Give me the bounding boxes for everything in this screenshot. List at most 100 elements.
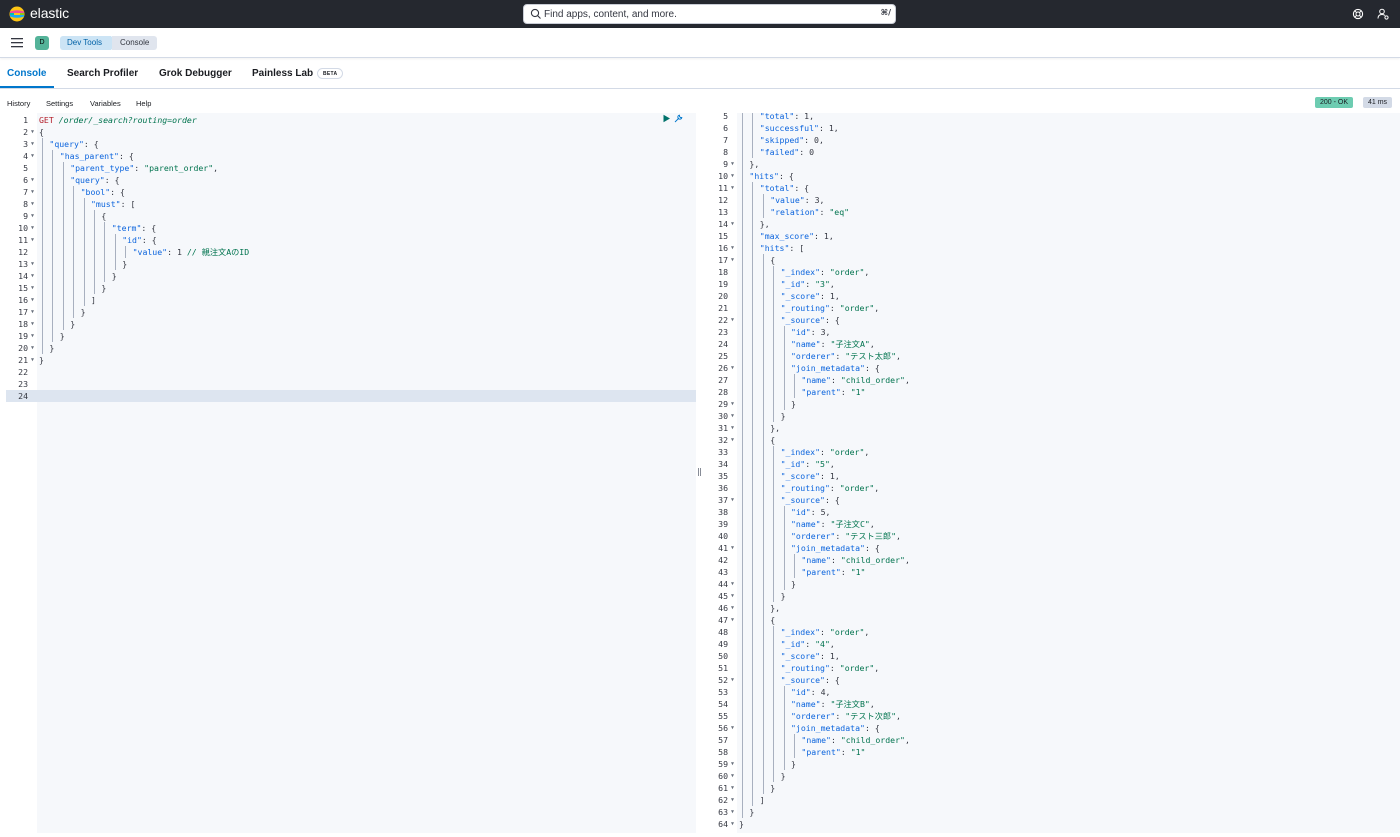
code-line[interactable]: 57 "name": "child_order", <box>706 734 1400 746</box>
code-line[interactable]: 15 "max_score": 1, <box>706 230 1400 242</box>
hamburger-menu-icon[interactable] <box>11 37 23 48</box>
fold-toggle-icon[interactable]: ▼ <box>31 282 34 294</box>
code-line[interactable]: 56 ▼ "join_metadata": { <box>706 722 1400 734</box>
code-line[interactable]: 15 ▼} <box>6 282 696 294</box>
fold-toggle-icon[interactable]: ▼ <box>731 422 734 434</box>
fold-toggle-icon[interactable]: ▼ <box>31 234 34 246</box>
fold-toggle-icon[interactable]: ▼ <box>731 674 734 686</box>
code-line[interactable]: 40 "orderer": "テスト三郎", <box>706 530 1400 542</box>
fold-toggle-icon[interactable]: ▼ <box>31 150 34 162</box>
code-line[interactable]: 46 ▼}, <box>706 602 1400 614</box>
code-line[interactable]: 9 ▼}, <box>706 158 1400 170</box>
code-line[interactable]: 28 "parent": "1" <box>706 386 1400 398</box>
code-line[interactable]: 52 ▼ "_source": { <box>706 674 1400 686</box>
fold-toggle-icon[interactable]: ▼ <box>731 182 734 194</box>
code-line[interactable]: 19 "_id": "3", <box>706 278 1400 290</box>
code-line[interactable]: 12 "value": 3, <box>706 194 1400 206</box>
code-line[interactable]: 59 ▼} <box>706 758 1400 770</box>
global-search[interactable]: ⌘/ <box>523 4 896 24</box>
code-line[interactable]: 5 "parent_type": "parent_order", <box>6 162 696 174</box>
elastic-logo-icon[interactable] <box>9 6 25 22</box>
play-icon[interactable] <box>662 114 671 123</box>
pane-resize-handle[interactable] <box>697 468 702 476</box>
fold-toggle-icon[interactable]: ▼ <box>731 602 734 614</box>
code-line[interactable]: 23 <box>6 378 696 390</box>
code-line[interactable]: 32 ▼ { <box>706 434 1400 446</box>
code-line[interactable]: 37 ▼ "_source": { <box>706 494 1400 506</box>
code-line[interactable]: 30 ▼} <box>706 410 1400 422</box>
fold-toggle-icon[interactable]: ▼ <box>731 314 734 326</box>
code-line[interactable]: 63 ▼} <box>706 806 1400 818</box>
code-line[interactable]: 18 ▼} <box>6 318 696 330</box>
fold-toggle-icon[interactable]: ▼ <box>31 330 34 342</box>
code-line[interactable]: 10 ▼ "hits": { <box>706 170 1400 182</box>
help-button[interactable]: Help <box>136 99 151 108</box>
tab-painless-lab[interactable]: Painless Lab <box>252 68 313 79</box>
code-line[interactable]: 20 "_score": 1, <box>706 290 1400 302</box>
code-line[interactable]: 14 ▼}, <box>706 218 1400 230</box>
fold-toggle-icon[interactable]: ▼ <box>31 174 34 186</box>
code-line[interactable]: 16 ▼] <box>6 294 696 306</box>
fold-toggle-icon[interactable]: ▼ <box>31 138 34 150</box>
code-line[interactable]: 60 ▼} <box>706 770 1400 782</box>
code-line[interactable]: 24 "name": "子注文A", <box>706 338 1400 350</box>
code-line[interactable]: 45 ▼} <box>706 590 1400 602</box>
tab-grok-debugger[interactable]: Grok Debugger <box>159 68 232 79</box>
code-line[interactable]: 36 "_routing": "order", <box>706 482 1400 494</box>
user-menu-icon[interactable] <box>1376 7 1390 21</box>
code-line[interactable]: 61 ▼} <box>706 782 1400 794</box>
code-line[interactable]: 44 ▼} <box>706 578 1400 590</box>
fold-toggle-icon[interactable]: ▼ <box>31 258 34 270</box>
code-line[interactable]: 29 ▼} <box>706 398 1400 410</box>
code-line[interactable]: 7 "skipped": 0, <box>706 134 1400 146</box>
fold-toggle-icon[interactable]: ▼ <box>31 318 34 330</box>
fold-toggle-icon[interactable]: ▼ <box>731 542 734 554</box>
code-line[interactable]: 4 ▼ "has_parent": { <box>6 150 696 162</box>
code-line[interactable]: 31 ▼}, <box>706 422 1400 434</box>
code-line[interactable]: 47 ▼ { <box>706 614 1400 626</box>
fold-toggle-icon[interactable]: ▼ <box>731 590 734 602</box>
code-line[interactable]: 53 "id": 4, <box>706 686 1400 698</box>
code-line[interactable]: 55 "orderer": "テスト次郎", <box>706 710 1400 722</box>
code-line[interactable]: 3 ▼ "query": { <box>6 138 696 150</box>
code-line[interactable]: 49 "_id": "4", <box>706 638 1400 650</box>
code-line[interactable]: 54 "name": "子注文B", <box>706 698 1400 710</box>
tab-search-profiler[interactable]: Search Profiler <box>67 68 138 79</box>
fold-toggle-icon[interactable]: ▼ <box>31 294 34 306</box>
code-line[interactable]: 5 "total": 1, <box>706 113 1400 122</box>
fold-toggle-icon[interactable]: ▼ <box>731 578 734 590</box>
code-line[interactable]: 13 ▼} <box>6 258 696 270</box>
code-line[interactable]: 33 "_index": "order", <box>706 446 1400 458</box>
fold-toggle-icon[interactable]: ▼ <box>731 770 734 782</box>
code-line[interactable]: 18 "_index": "order", <box>706 266 1400 278</box>
fold-toggle-icon[interactable]: ▼ <box>31 306 34 318</box>
code-line[interactable]: 58 "parent": "1" <box>706 746 1400 758</box>
code-line[interactable]: 22 ▼ "_source": { <box>706 314 1400 326</box>
fold-toggle-icon[interactable]: ▼ <box>731 794 734 806</box>
fold-toggle-icon[interactable]: ▼ <box>31 210 34 222</box>
code-line[interactable]: 42 "name": "child_order", <box>706 554 1400 566</box>
code-line[interactable]: 6 ▼ "query": { <box>6 174 696 186</box>
fold-toggle-icon[interactable]: ▼ <box>731 494 734 506</box>
code-line[interactable]: 10 ▼ "term": { <box>6 222 696 234</box>
fold-toggle-icon[interactable]: ▼ <box>731 410 734 422</box>
code-line[interactable]: 19 ▼} <box>6 330 696 342</box>
code-line[interactable]: 7 ▼ "bool": { <box>6 186 696 198</box>
code-line[interactable]: 21 "_routing": "order", <box>706 302 1400 314</box>
code-line[interactable]: 8 "failed": 0 <box>706 146 1400 158</box>
code-line[interactable]: 2 ▼ { <box>6 126 696 138</box>
settings-button[interactable]: Settings <box>46 99 73 108</box>
code-line[interactable]: 35 "_score": 1, <box>706 470 1400 482</box>
brand-name[interactable]: elastic <box>30 5 69 21</box>
code-line[interactable]: 25 "orderer": "テスト太郎", <box>706 350 1400 362</box>
tab-console[interactable]: Console <box>7 68 46 79</box>
code-line[interactable]: 9 ▼ { <box>6 210 696 222</box>
fold-toggle-icon[interactable]: ▼ <box>31 198 34 210</box>
code-line[interactable]: 21 ▼} <box>6 354 696 366</box>
fold-toggle-icon[interactable]: ▼ <box>731 254 734 266</box>
fold-toggle-icon[interactable]: ▼ <box>31 186 34 198</box>
fold-toggle-icon[interactable]: ▼ <box>731 782 734 794</box>
fold-toggle-icon[interactable]: ▼ <box>31 126 34 138</box>
code-line[interactable]: 6 "successful": 1, <box>706 122 1400 134</box>
space-avatar[interactable]: D <box>35 36 49 50</box>
